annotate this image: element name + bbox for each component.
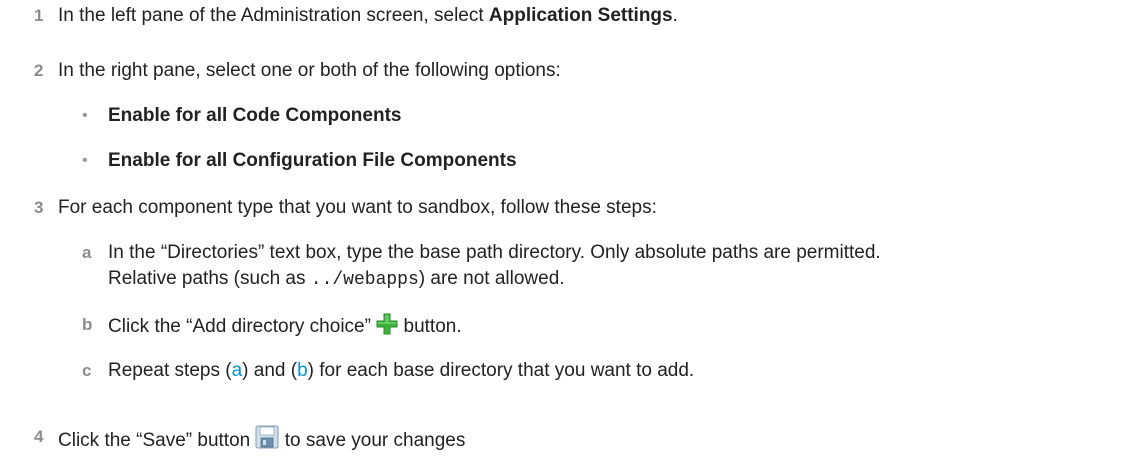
step-text: In the right pane, select one or both of… (58, 60, 561, 81)
substep-letter: b (82, 315, 93, 334)
step-number: 4 (34, 427, 44, 446)
step-b-link[interactable]: b (297, 360, 308, 381)
substep-text-part: ) and ( (242, 360, 298, 381)
bullet-icon: • (82, 152, 88, 169)
step-text: In the left pane of the Administration s… (58, 4, 678, 28)
option-enable-config-file-components: Enable for all Configuration File Compon… (108, 150, 517, 171)
step-text: Click the “Save” button to save your cha… (58, 425, 465, 456)
substep-text: Click the “Add directory choice” button. (108, 313, 462, 342)
substep-text-part: Repeat steps ( (108, 360, 232, 381)
code-path: ../webapps (310, 270, 419, 290)
step-text-part: . (672, 5, 678, 26)
step-number: 2 (34, 61, 44, 80)
save-floppy-icon (255, 425, 279, 456)
add-plus-icon (376, 313, 398, 342)
step-number: 3 (34, 198, 44, 217)
substep-text: Repeat steps (a) and (b) for each base d… (108, 359, 694, 383)
substep-text-part: button. (398, 316, 462, 337)
bullet-icon: • (82, 107, 88, 124)
substep-text: In the “Directories” text box, type the … (108, 242, 881, 263)
step-text-part: to save your changes (279, 430, 466, 451)
ui-term-application-settings: Application Settings (488, 5, 673, 26)
step-number: 1 (34, 6, 44, 25)
substep-text: Relative paths (such as ../webapps) are … (108, 267, 565, 292)
option-enable-code-components: Enable for all Code Components (108, 105, 402, 126)
substep-text-part: Click the “Add directory choice” (108, 316, 377, 337)
step-a-link[interactable]: a (232, 360, 243, 381)
substep-letter: c (82, 361, 92, 380)
step-text-part: In the left pane of the Administration s… (58, 5, 489, 26)
substep-letter: a (82, 243, 92, 262)
step-text-part: Click the “Save” button (58, 430, 256, 451)
substep-text-part: Relative paths (such as (108, 268, 311, 289)
substep-text-part: ) for each base directory that you want … (307, 360, 695, 381)
substep-text-part: ) are not allowed. (418, 268, 565, 289)
step-text: For each component type that you want to… (58, 197, 657, 218)
